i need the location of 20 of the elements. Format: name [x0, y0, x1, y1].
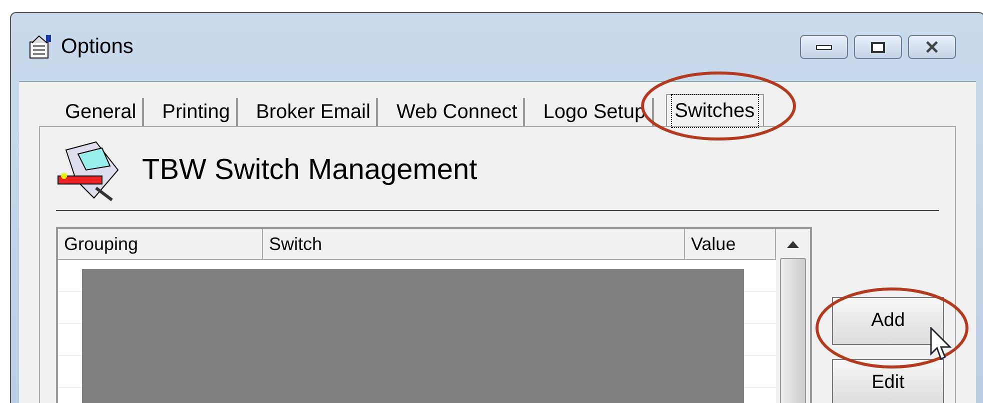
maximize-button[interactable]: [854, 35, 902, 59]
tab[interactable]: General: [59, 98, 144, 126]
tab[interactable]: Web Connect: [390, 98, 526, 126]
scrollbar[interactable]: [776, 229, 810, 403]
section-heading: TBW Switch Management: [142, 152, 478, 188]
column-header[interactable]: Switch: [263, 229, 685, 259]
action-button[interactable]: Add: [832, 297, 944, 345]
cursor-icon: [930, 327, 952, 361]
tab[interactable]: Switches: [666, 94, 764, 126]
column-header[interactable]: Grouping: [58, 229, 263, 259]
close-icon: [925, 41, 939, 53]
options-window-icon: [27, 34, 53, 60]
tab[interactable]: Printing: [156, 98, 238, 126]
scroll-thumb[interactable]: [780, 258, 806, 403]
close-button[interactable]: [908, 35, 956, 59]
window-title: Options: [61, 34, 134, 60]
scroll-up-arrow-icon[interactable]: [787, 241, 799, 248]
minimize-button[interactable]: [800, 35, 848, 59]
tab[interactable]: Broker Email: [250, 98, 378, 126]
action-button[interactable]: Edit: [832, 359, 944, 403]
